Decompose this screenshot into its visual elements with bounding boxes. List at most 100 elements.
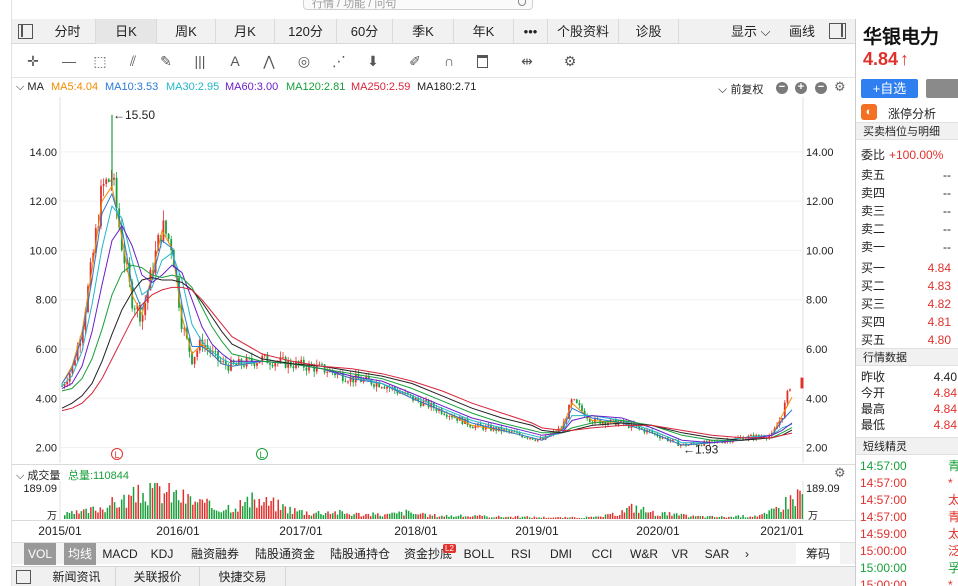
volume-bar	[785, 496, 787, 519]
search-input[interactable]: 行情 / 功能 / 问句	[303, 0, 533, 10]
minus-circle-icon[interactable]: −	[776, 82, 788, 94]
indicator-tab-0[interactable]: VOL	[24, 543, 56, 565]
volume-bar	[559, 517, 562, 519]
indicator-tab-11[interactable]: CCI	[587, 543, 617, 565]
indicator-tab-5[interactable]: 陆股通资金	[250, 543, 320, 565]
chart-settings-icon[interactable]: ⚙	[834, 79, 846, 95]
indicator-tab-12[interactable]: W&R	[624, 543, 664, 565]
candle-body	[227, 365, 230, 371]
quote-label: 最低	[861, 418, 886, 432]
volume-chart[interactable]: 189.09 189.09 万万	[12, 481, 855, 522]
microphone-icon[interactable]	[518, 0, 526, 6]
fib-tool-icon[interactable]: ⋰	[328, 51, 350, 71]
volume-bar	[517, 515, 519, 519]
bid-label: 买一	[861, 261, 886, 275]
sprite-row[interactable]: 14:59:00 太	[856, 526, 958, 543]
period-tab-7[interactable]: 年K	[454, 19, 514, 44]
sprite-row[interactable]: 14:57:00 青	[856, 458, 958, 475]
bottom-panel-toggle-icon[interactable]	[16, 570, 31, 584]
volume-bar	[232, 511, 234, 519]
right-panel-toggle-icon[interactable]	[829, 23, 846, 39]
sprite-row[interactable]: 14:57:00 太	[856, 492, 958, 509]
arrow-down-tool-icon[interactable]: ⬇	[362, 51, 384, 71]
volume-bar	[189, 496, 192, 519]
volume-bar	[106, 507, 109, 519]
pen-tool-icon[interactable]: ✎	[155, 51, 177, 71]
display-menu-button[interactable]: 显示 ⌵	[731, 19, 770, 44]
volume-bar	[334, 511, 336, 519]
indicator-tab-6[interactable]: 陆股通持仓	[325, 543, 395, 565]
bottom-tab-1[interactable]: 关联报价	[116, 567, 200, 586]
quote-label: 今开	[861, 386, 886, 400]
volume-bar	[99, 507, 102, 519]
trash-icon[interactable]	[477, 55, 488, 68]
sprite-row[interactable]: 15:00:00 孚	[856, 560, 958, 577]
candle-body	[529, 438, 531, 439]
indicator-tab-9[interactable]: RSI	[506, 543, 536, 565]
indicator-tab-13[interactable]: VR	[666, 543, 694, 565]
draw-line-button[interactable]: 画线	[789, 19, 815, 44]
period-tab-8[interactable]: •••	[514, 19, 548, 44]
plus-circle-icon[interactable]: +	[795, 82, 807, 94]
indicator-tab-15[interactable]: ›	[740, 543, 754, 565]
bottom-tab-2[interactable]: 快捷交易	[200, 567, 286, 586]
eraser-icon[interactable]: ✐	[404, 51, 426, 71]
volume-bar	[704, 517, 706, 519]
l-marker-icon: L	[111, 448, 123, 460]
add-watchlist-button[interactable]: +自选	[861, 79, 918, 98]
indicator-tab-2[interactable]: MACD	[100, 543, 140, 565]
indicator-tab-8[interactable]: BOLL	[461, 543, 497, 565]
volume-bar	[139, 502, 142, 519]
volume-bar	[244, 501, 246, 519]
volume-settings-icon[interactable]: ⚙	[834, 465, 846, 481]
ma-collapse-toggle[interactable]: ⌵ MA	[16, 81, 44, 94]
price-chart[interactable]: 2.00 2.00 4.00 4.00 6.00 6.00 8.00 8.00 10.00 10.…	[12, 97, 855, 463]
period-tab-3[interactable]: 月K	[216, 19, 275, 44]
indicator-tab-10[interactable]: DMI	[546, 543, 576, 565]
rect-tool-icon[interactable]: ⬚	[89, 51, 111, 71]
sprite-row[interactable]: 14:57:00 青	[856, 509, 958, 526]
fan-tool-icon[interactable]: ⫽	[122, 51, 144, 71]
y-tick-right: 4.00	[806, 393, 827, 405]
wave-tool-icon[interactable]: ⋀	[258, 51, 280, 71]
period-tab-10[interactable]: 诊股	[619, 19, 679, 44]
zoom-out-circle-icon[interactable]: −	[815, 82, 827, 94]
period-tab-9[interactable]: 个股资料	[548, 19, 619, 44]
left-panel-toggle-icon[interactable]	[18, 24, 33, 39]
parallel-tool-icon[interactable]: |||	[189, 51, 211, 71]
sprite-row[interactable]: 15:00:00 泛	[856, 543, 958, 560]
cycle-tool-icon[interactable]: ◎	[293, 51, 315, 71]
indicator-tab-14[interactable]: SAR	[701, 543, 733, 565]
indicator-tab-3[interactable]: KDJ	[147, 543, 177, 565]
chip-distribution-button[interactable]: 筹码	[796, 543, 840, 565]
period-tab-2[interactable]: 周K	[157, 19, 216, 44]
bottom-tab-0[interactable]: 新闻资讯	[38, 567, 116, 586]
period-tab-6[interactable]: 季K	[393, 19, 454, 44]
volume-bar	[756, 516, 759, 519]
crosshair-icon[interactable]: ✛	[22, 51, 44, 71]
adjust-mode-select[interactable]: ⌵ 前复权	[718, 81, 763, 97]
sprite-row[interactable]: 14:57:00 *	[856, 475, 958, 492]
volume-bar	[538, 517, 540, 519]
volume-bar	[265, 497, 268, 519]
line-tool-icon[interactable]: —	[58, 51, 80, 71]
period-tab-4[interactable]: 120分	[275, 19, 337, 44]
volume-bar	[194, 501, 196, 519]
period-tab-1[interactable]: 日K	[96, 19, 157, 44]
volume-bar	[801, 494, 804, 519]
volume-bar	[640, 509, 642, 519]
indicator-tab-4[interactable]: 融资融券	[185, 543, 245, 565]
settings-icon[interactable]: ⚙	[559, 51, 581, 71]
sprite-row[interactable]: 15:00:00 *	[856, 577, 958, 586]
volume-bar	[545, 518, 547, 519]
magnet-icon[interactable]: ∩	[438, 51, 460, 71]
text-tool-icon[interactable]: A	[224, 51, 246, 71]
volume-bar	[246, 496, 249, 519]
period-tab-0[interactable]: 分时	[40, 19, 96, 44]
limit-up-analysis-link[interactable]: 涨停分析	[888, 105, 936, 122]
period-tab-5[interactable]: 60分	[337, 19, 393, 44]
x-tick-label: 2021/01	[760, 524, 804, 538]
mirror-icon[interactable]: ⇹	[516, 51, 538, 71]
indicator-tab-1[interactable]: 均线	[64, 543, 96, 565]
secondary-action-button[interactable]	[926, 79, 958, 98]
